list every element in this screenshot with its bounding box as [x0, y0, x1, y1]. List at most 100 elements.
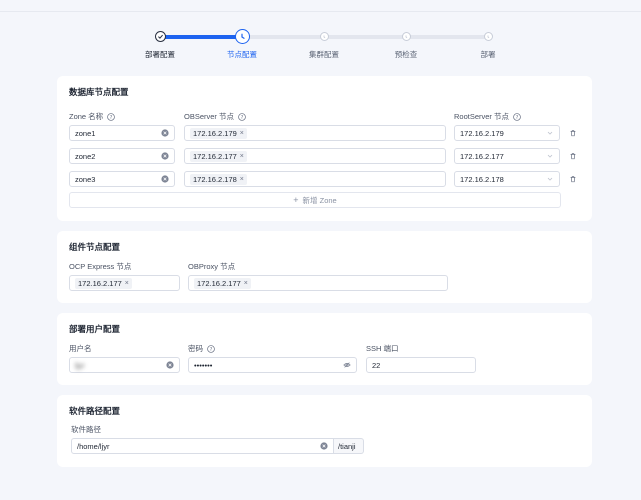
zone-name-label-text: Zone 名称	[69, 112, 104, 121]
clock-icon	[401, 32, 411, 41]
clear-icon[interactable]	[166, 361, 174, 369]
zone-name-label: Zone 名称 ?	[69, 111, 115, 122]
tag-close-icon[interactable]: ×	[244, 280, 248, 287]
software-path-input[interactable]: /home/ljyr	[71, 438, 334, 454]
obproxy-label-text: OBProxy 节点	[188, 262, 236, 271]
rootserver-select[interactable]: 172.16.2.177	[454, 148, 560, 164]
observer-label: OBServer 节点 ?	[184, 111, 246, 122]
chevron-down-icon	[547, 131, 553, 135]
deploy-user-config-card: 部署用户配置 用户名 密码 ? SSH 端口 ljyr ••••••• 22	[57, 313, 592, 385]
step-precheck[interactable]: 预检查	[366, 26, 446, 60]
eye-off-icon[interactable]	[343, 361, 351, 369]
rootserver-select[interactable]: 172.16.2.179	[454, 125, 560, 141]
card-title: 软件路径配置	[69, 406, 121, 416]
step-label: 部署配置	[145, 50, 175, 59]
tag-text: 172.16.2.177	[197, 278, 241, 288]
card-title: 部署用户配置	[69, 324, 121, 334]
observer-tag[interactable]: 172.16.2.179 ×	[190, 127, 247, 139]
rootserver-select[interactable]: 172.16.2.178	[454, 171, 560, 187]
ssh-port-input[interactable]: 22	[366, 357, 476, 373]
observer-select[interactable]: 172.16.2.177 ×	[184, 148, 446, 164]
obproxy-tag[interactable]: 172.16.2.177 ×	[194, 277, 251, 289]
password-value: •••••••	[194, 360, 213, 370]
step-label: 节点配置	[227, 50, 257, 59]
username-label-text: 用户名	[69, 344, 92, 353]
zone-name-value: zone3	[75, 174, 96, 184]
card-title: 数据库节点配置	[69, 87, 129, 97]
zone-name-value: zone1	[75, 128, 96, 138]
ocp-express-label: OCP Express 节点	[69, 261, 131, 272]
username-label: 用户名	[69, 343, 92, 354]
step-cluster-config[interactable]: 集群配置	[284, 26, 364, 60]
plus-icon: +	[293, 195, 299, 205]
db-node-config-card: 数据库节点配置 Zone 名称 ? OBServer 节点 ? RootServ…	[57, 76, 592, 221]
ocp-express-select[interactable]: 172.16.2.177 ×	[69, 275, 180, 291]
clear-icon[interactable]	[161, 129, 169, 137]
add-zone-button[interactable]: + 新增 Zone	[69, 192, 561, 208]
chevron-down-icon	[547, 154, 553, 158]
step-node-config[interactable]: 节点配置	[202, 26, 282, 60]
progress-steps: 部署配置 节点配置 集群配置 预检查 部署	[0, 26, 641, 66]
check-icon	[154, 31, 166, 42]
software-path-config-card: 软件路径配置 软件路径 /home/ljyr /tianji	[57, 395, 592, 467]
software-path-value: /home/ljyr	[77, 441, 110, 451]
trash-icon[interactable]	[569, 129, 577, 137]
tag-text: 172.16.2.179	[193, 128, 237, 138]
ssh-port-label: SSH 端口	[366, 343, 399, 354]
clear-icon[interactable]	[161, 152, 169, 160]
tag-text: 172.16.2.177	[78, 278, 122, 288]
clock-icon	[234, 29, 250, 44]
ocp-express-tag[interactable]: 172.16.2.177 ×	[75, 277, 132, 289]
clock-icon	[319, 32, 329, 41]
observer-tag[interactable]: 172.16.2.177 ×	[190, 150, 247, 162]
software-path-label-text: 软件路径	[71, 425, 101, 434]
observer-select[interactable]: 172.16.2.178 ×	[184, 171, 446, 187]
component-node-config-card: 组件节点配置 OCP Express 节点 OBProxy 节点 172.16.…	[57, 231, 592, 303]
tag-text: 172.16.2.177	[193, 151, 237, 161]
observer-select[interactable]: 172.16.2.179 ×	[184, 125, 446, 141]
ssh-port-value: 22	[372, 360, 381, 370]
step-label: 集群配置	[309, 50, 339, 59]
step-label: 部署	[480, 50, 496, 59]
tag-close-icon[interactable]: ×	[240, 130, 244, 137]
username-input[interactable]: ljyr	[69, 357, 180, 373]
zone-name-input[interactable]: zone2	[69, 148, 175, 164]
rootserver-value: 172.16.2.178	[460, 174, 504, 184]
help-icon[interactable]: ?	[207, 344, 215, 353]
username-value: ljyr	[75, 360, 85, 370]
help-icon[interactable]: ?	[513, 112, 521, 121]
ocp-express-label-text: OCP Express 节点	[69, 262, 132, 271]
step-deploy-config[interactable]: 部署配置	[120, 26, 200, 60]
observer-tag[interactable]: 172.16.2.178 ×	[190, 173, 247, 185]
tag-text: 172.16.2.178	[193, 174, 237, 184]
software-path-suffix-text: /tianji	[338, 441, 356, 451]
zone-name-value: zone2	[75, 151, 96, 161]
software-path-suffix: /tianji	[334, 438, 364, 454]
obproxy-select[interactable]: 172.16.2.177 ×	[188, 275, 448, 291]
rootserver-value: 172.16.2.179	[460, 128, 504, 138]
software-path-label: 软件路径	[71, 424, 101, 435]
password-label-text: 密码	[188, 344, 203, 353]
chevron-down-icon	[547, 177, 553, 181]
step-deploy[interactable]: 部署	[448, 26, 528, 60]
top-bar	[0, 0, 641, 12]
zone-name-input[interactable]: zone3	[69, 171, 175, 187]
clear-icon[interactable]	[161, 175, 169, 183]
password-label: 密码 ?	[188, 343, 215, 354]
clock-icon	[483, 32, 493, 41]
password-input[interactable]: •••••••	[188, 357, 357, 373]
ssh-port-label-text: SSH 端口	[366, 344, 399, 353]
tag-close-icon[interactable]: ×	[240, 153, 244, 160]
step-label: 预检查	[394, 50, 418, 59]
clear-icon[interactable]	[320, 442, 328, 450]
help-icon[interactable]: ?	[107, 112, 115, 121]
rootserver-label: RootServer 节点 ?	[454, 111, 521, 122]
zone-name-input[interactable]: zone1	[69, 125, 175, 141]
add-zone-label: 新增 Zone	[302, 195, 337, 205]
trash-icon[interactable]	[569, 152, 577, 160]
trash-icon[interactable]	[569, 175, 577, 183]
help-icon[interactable]: ?	[238, 112, 246, 121]
tag-close-icon[interactable]: ×	[125, 280, 129, 287]
rootserver-value: 172.16.2.177	[460, 151, 504, 161]
tag-close-icon[interactable]: ×	[240, 176, 244, 183]
